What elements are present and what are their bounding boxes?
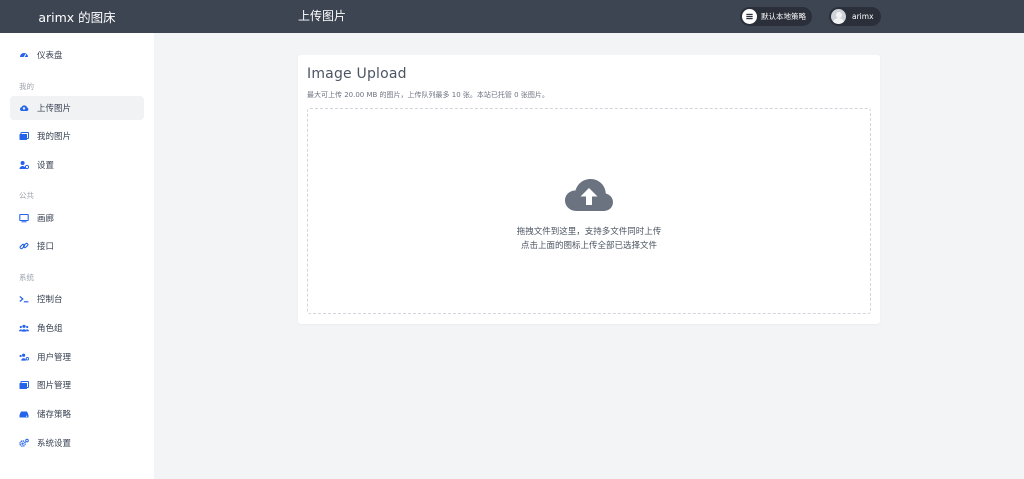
sidebar-item-my-images[interactable]: 我的图片 bbox=[10, 124, 144, 148]
sidebar-item-settings[interactable]: 设置 bbox=[10, 153, 144, 177]
dropzone-hint-click: 点击上面的图标上传全部已选择文件 bbox=[520, 241, 657, 251]
user-cog-icon bbox=[19, 160, 29, 170]
upload-dropzone[interactable]: 拖拽文件到这里，支持多文件同时上传 点击上面的图标上传全部已选择文件 bbox=[307, 108, 871, 314]
storage-policy-button[interactable]: 默认本地策略 bbox=[740, 7, 812, 26]
list-icon bbox=[742, 9, 757, 24]
section-label-public: 公共 bbox=[19, 191, 34, 200]
images-icon bbox=[19, 380, 29, 390]
sidebar-item-roles[interactable]: 角色组 bbox=[10, 316, 144, 340]
sidebar-item-users[interactable]: 用户管理 bbox=[10, 345, 144, 369]
sidebar-item-label: 角色组 bbox=[37, 324, 63, 334]
section-label-system: 系统 bbox=[19, 273, 34, 282]
sidebar-item-system-settings[interactable]: 系统设置 bbox=[10, 431, 144, 455]
upload-limits: 最大可上传 20.00 MB 的图片，上传队列最多 10 张。本站已托管 0 张… bbox=[307, 91, 549, 99]
sidebar-item-label: 系统设置 bbox=[37, 439, 72, 449]
user-menu-button[interactable]: arimx bbox=[829, 7, 881, 26]
sidebar-item-label: 控制台 bbox=[37, 295, 63, 305]
sidebar-item-upload[interactable]: 上传图片 bbox=[10, 96, 144, 120]
cogs-icon bbox=[19, 438, 29, 448]
cloud-upload-icon[interactable] bbox=[565, 179, 613, 213]
sidebar-item-label: 仪表盘 bbox=[37, 51, 63, 61]
page-title: 上传图片 bbox=[298, 9, 347, 23]
dropzone-hint-drag: 拖拽文件到这里，支持多文件同时上传 bbox=[516, 227, 662, 237]
section-label-mine: 我的 bbox=[19, 82, 34, 91]
sidebar-item-label: 图片管理 bbox=[37, 381, 72, 391]
user-name: arimx bbox=[852, 12, 874, 21]
sidebar-item-api[interactable]: 接口 bbox=[10, 234, 144, 258]
users-cog-icon bbox=[19, 352, 29, 362]
sidebar-item-label: 上传图片 bbox=[37, 104, 72, 114]
avatar bbox=[831, 9, 846, 24]
users-icon bbox=[19, 323, 29, 333]
sidebar-item-label: 接口 bbox=[37, 242, 55, 252]
sidebar-item-label: 我的图片 bbox=[37, 132, 72, 142]
upload-title: Image Upload bbox=[307, 66, 407, 82]
storage-policy-label: 默认本地策略 bbox=[761, 12, 806, 21]
cloud-upload-icon bbox=[19, 103, 29, 113]
monitor-icon bbox=[19, 213, 29, 223]
sidebar-item-gallery[interactable]: 画廊 bbox=[10, 206, 144, 230]
sidebar-item-storage[interactable]: 储存策略 bbox=[10, 402, 144, 426]
brand-title[interactable]: arimx 的图床 bbox=[0, 0, 154, 33]
sidebar-item-console[interactable]: 控制台 bbox=[10, 287, 144, 311]
upload-card: Image Upload 最大可上传 20.00 MB 的图片，上传队列最多 1… bbox=[298, 55, 880, 324]
sidebar-item-label: 设置 bbox=[37, 161, 55, 171]
sidebar-item-label: 储存策略 bbox=[37, 410, 72, 420]
sidebar-item-dashboard[interactable]: 仪表盘 bbox=[10, 43, 144, 67]
images-icon bbox=[19, 131, 29, 141]
gauge-icon bbox=[19, 50, 29, 60]
sidebar-item-label: 画廊 bbox=[37, 214, 55, 224]
sidebar-item-image-manage[interactable]: 图片管理 bbox=[10, 373, 144, 397]
sidebar-item-label: 用户管理 bbox=[37, 353, 72, 363]
hdd-icon bbox=[19, 409, 29, 419]
link-icon bbox=[19, 241, 29, 251]
sidebar: 仪表盘 我的 上传图片 我的图片 设置 公共 画廊 接口 系统 控制台 角色组 … bbox=[0, 33, 154, 479]
terminal-icon bbox=[19, 294, 29, 304]
